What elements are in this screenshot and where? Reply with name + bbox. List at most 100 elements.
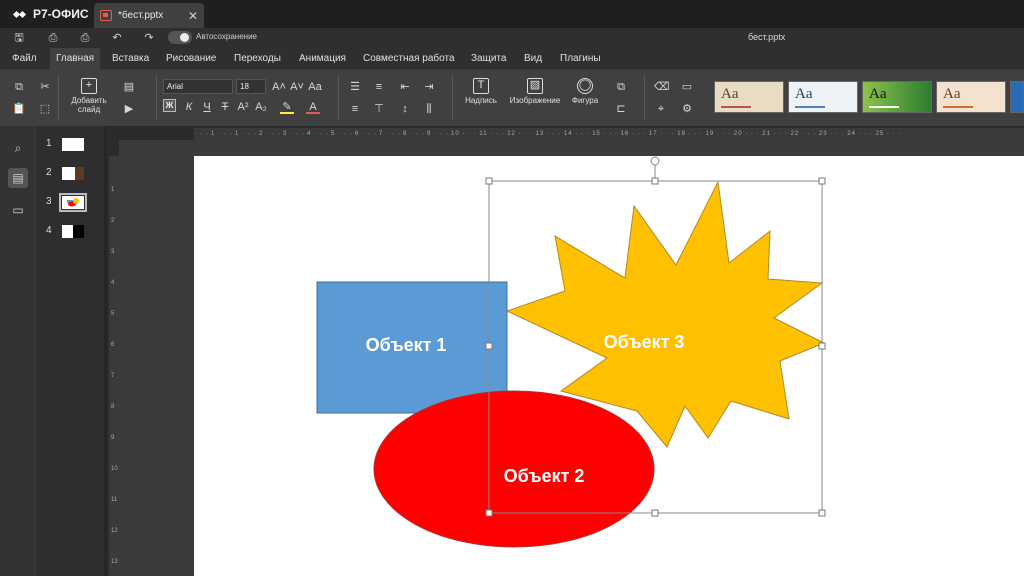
resize-handle[interactable] (485, 509, 493, 517)
superscript-icon[interactable]: A² (236, 100, 250, 114)
font-color-icon[interactable]: A (306, 100, 320, 114)
panel-divider[interactable] (104, 126, 107, 576)
theme-bar (721, 106, 751, 108)
resize-handle[interactable] (651, 509, 659, 517)
document-tab[interactable]: *бест.pptx ✕ (94, 3, 204, 28)
quick-access-bar: 🖫 ⎙ ⎙ ↶ ↷ Автосохранение бест.pptx (0, 28, 1024, 48)
ruler-tick-label: 3 (111, 249, 115, 255)
comments-icon[interactable]: ▭ (10, 202, 26, 218)
theme-thumbnail-partial[interactable] (1010, 81, 1024, 113)
decrease-font-icon[interactable]: A˅ (290, 80, 304, 94)
theme-thumbnail[interactable]: Aa (788, 81, 858, 113)
resize-handle[interactable] (818, 509, 826, 517)
font-name-select[interactable]: Arial (163, 79, 233, 94)
autosave-toggle[interactable] (168, 31, 192, 44)
menu-collaboration[interactable]: Совместная работа (357, 48, 461, 70)
search-icon[interactable]: ⌕ (10, 140, 26, 156)
ruler-tick-label: 10 (111, 466, 118, 472)
shape-button[interactable]: ◯ Фигура (567, 78, 603, 105)
menu-transitions[interactable]: Переходы (228, 48, 287, 70)
vertical-align-icon[interactable]: ⊤ (372, 102, 386, 116)
italic-button[interactable]: К (182, 100, 196, 114)
theme-thumbnail[interactable]: Aa (714, 81, 784, 113)
add-slide-button[interactable]: + Добавить слайд (66, 78, 112, 114)
menu-animation[interactable]: Анимация (293, 48, 352, 70)
arrange-icon[interactable]: ⧉ (614, 80, 628, 94)
font-size-select[interactable]: 18 (236, 79, 266, 94)
increase-indent-icon[interactable]: ⇥ (422, 80, 436, 94)
undo-icon[interactable]: ↶ (110, 31, 124, 45)
theme-bar (943, 106, 973, 108)
menu-insert[interactable]: Вставка (106, 48, 155, 70)
paste-icon[interactable]: 📋 (12, 102, 26, 116)
ruler-tick-label: 1 (111, 187, 115, 193)
slideshow-icon[interactable]: ▶ (122, 102, 136, 116)
ribbon-toolbar: ⧉ ✂ 📋 ⬚ + Добавить слайд ▤ ▶ Arial 18 A˄… (0, 70, 1024, 126)
change-case-icon[interactable]: Aa (308, 80, 322, 94)
ruler-tick-label: 8 (111, 404, 115, 410)
text-box-icon: T (473, 78, 489, 94)
slide-shapes: Объект 1 Объект 2 Объект 3 (316, 156, 826, 548)
resize-handle[interactable] (485, 177, 493, 185)
bold-button[interactable]: Ж (163, 99, 176, 112)
theme-thumbnail[interactable]: Aa (936, 81, 1006, 113)
columns-icon[interactable]: ⫼ (422, 102, 436, 116)
cut-icon[interactable]: ✂ (38, 80, 52, 94)
strikethrough-button[interactable]: Т (218, 100, 232, 114)
menu-view[interactable]: Вид (518, 48, 548, 70)
ruler-tick-label: 5 (111, 311, 115, 317)
layout-icon[interactable]: ▤ (122, 80, 136, 94)
separator (156, 76, 157, 120)
plus-icon: + (81, 78, 97, 94)
align-left-icon[interactable]: ≡ (348, 102, 362, 116)
underline-button[interactable]: Ч (200, 100, 214, 114)
separator (452, 76, 453, 120)
image-button[interactable]: ▨ Изображение (505, 78, 565, 105)
resize-handle[interactable] (485, 342, 493, 350)
redo-icon[interactable]: ↷ (142, 31, 156, 45)
ruler-tick-label: 2 (111, 218, 115, 224)
clear-style-icon[interactable]: ⌫ (654, 80, 670, 94)
theme-thumbnail[interactable]: Aa (862, 81, 932, 113)
increase-font-icon[interactable]: A˄ (272, 80, 286, 94)
separator (58, 76, 59, 120)
resize-handle[interactable] (651, 177, 659, 185)
select-all-icon[interactable]: ⬚ (38, 102, 52, 116)
copy-style-icon[interactable]: ⌖ (654, 102, 668, 116)
align-objects-icon[interactable]: ⊏ (614, 102, 628, 116)
decrease-indent-icon[interactable]: ⇤ (398, 80, 412, 94)
slide-number: 3 (46, 196, 52, 207)
menu-plugins[interactable]: Плагины (554, 48, 607, 70)
menu-file[interactable]: Файл (6, 48, 43, 70)
quick-print-icon[interactable]: ⎙ (78, 31, 92, 45)
numbering-icon[interactable]: ≡ (372, 80, 386, 94)
line-spacing-icon[interactable]: ↕ (398, 102, 412, 116)
rotate-handle[interactable] (650, 156, 660, 166)
slide-thumbnail (62, 167, 84, 180)
resize-handle[interactable] (818, 177, 826, 185)
slides-icon[interactable]: ▤ (8, 168, 28, 188)
highlight-icon[interactable]: ✎ (280, 100, 294, 114)
slide-number: 2 (46, 167, 52, 178)
close-tab-icon[interactable]: ✕ (188, 9, 198, 23)
theme-bar (795, 106, 825, 108)
resize-handle[interactable] (818, 342, 826, 350)
bullets-icon[interactable]: ☰ (348, 80, 362, 94)
slide-settings-icon[interactable]: ⚙ (680, 102, 694, 116)
print-icon[interactable]: ⎙ (46, 31, 60, 45)
save-icon[interactable]: 🖫 (12, 31, 26, 45)
menu-draw[interactable]: Рисование (160, 48, 222, 70)
slide-size-icon[interactable]: ▭ (680, 80, 694, 94)
slide-number: 4 (46, 225, 52, 236)
menu-home[interactable]: Главная (50, 48, 101, 70)
slide-canvas[interactable]: Объект 1 Объект 2 Объект 3 (194, 156, 1024, 576)
copy-icon[interactable]: ⧉ (12, 80, 26, 94)
add-slide-label: Добавить слайд (71, 96, 107, 114)
title-bar: Р7-ОФИС *бест.pptx ✕ (0, 0, 1024, 28)
menu-protection[interactable]: Защита (465, 48, 512, 70)
slide-thumbnail (59, 193, 87, 212)
text-box-button[interactable]: T Надпись (460, 78, 502, 105)
left-sidebar: ⌕ ▤ ▭ (0, 126, 36, 576)
ruler-tick-label: 7 (111, 373, 115, 379)
subscript-icon[interactable]: A₂ (254, 100, 268, 114)
